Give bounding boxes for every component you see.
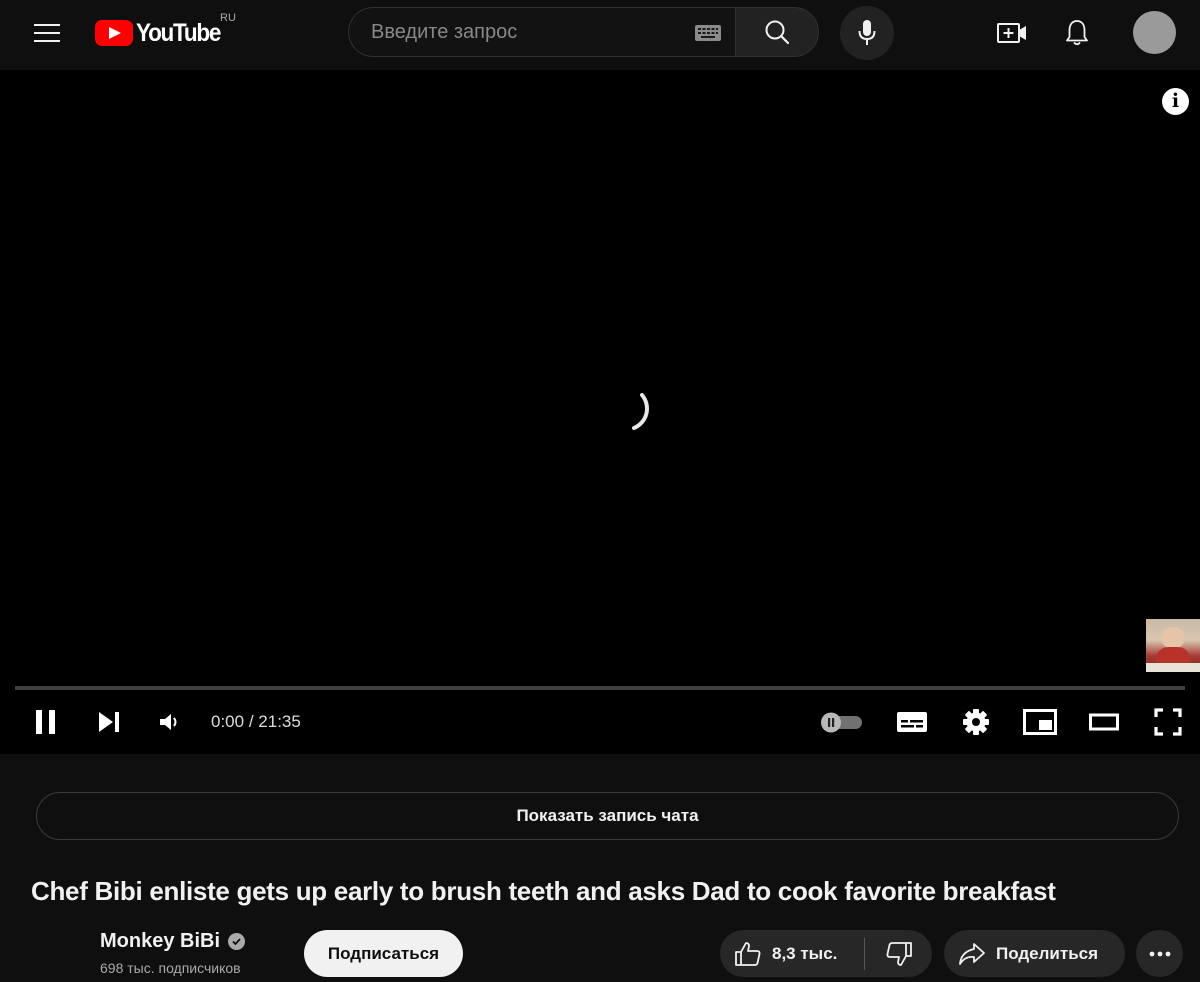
pause-icon bbox=[36, 710, 55, 734]
verified-badge-icon bbox=[228, 933, 246, 950]
subscriber-count: 698 тыс. подписчиков bbox=[100, 960, 241, 976]
top-bar: YouTube RU bbox=[0, 0, 1200, 70]
volume-icon bbox=[160, 714, 177, 730]
search-icon bbox=[765, 20, 790, 45]
autoplay-toggle-icon bbox=[821, 712, 862, 733]
create-video-icon bbox=[997, 23, 1026, 43]
keyboard-icon[interactable] bbox=[694, 23, 722, 43]
like-count: 8,3 тыс. bbox=[772, 943, 838, 963]
channel-name-link[interactable]: Monkey BiBi bbox=[100, 930, 246, 953]
miniplayer-icon bbox=[1023, 709, 1057, 735]
dislike-button[interactable] bbox=[865, 930, 932, 977]
menu-button[interactable] bbox=[26, 14, 68, 52]
info-icon: i bbox=[1171, 90, 1180, 112]
mute-button[interactable] bbox=[152, 702, 186, 742]
share-button[interactable]: Поделиться bbox=[944, 930, 1125, 977]
region-label: RU bbox=[220, 12, 236, 24]
create-button[interactable] bbox=[992, 14, 1032, 52]
next-button[interactable] bbox=[91, 702, 127, 742]
voice-search-button[interactable] bbox=[840, 6, 894, 60]
subtitles-icon bbox=[897, 712, 927, 732]
thumbs-up-icon bbox=[735, 941, 761, 966]
search-box bbox=[348, 7, 736, 57]
time-current: 0:00 bbox=[211, 712, 245, 731]
info-button[interactable]: i bbox=[1162, 88, 1189, 115]
more-actions-button[interactable] bbox=[1136, 930, 1183, 977]
subtitles-button[interactable] bbox=[892, 702, 932, 742]
more-horizontal-icon bbox=[1149, 951, 1170, 956]
subscribe-label: Подписаться bbox=[327, 943, 440, 963]
bell-icon bbox=[1066, 20, 1088, 46]
theater-mode-button[interactable] bbox=[1084, 702, 1124, 742]
share-label: Поделиться bbox=[996, 943, 1099, 963]
channel-name: Monkey BiBi bbox=[100, 930, 221, 952]
like-dislike-group: 8,3 тыс. bbox=[720, 930, 932, 977]
fullscreen-button[interactable] bbox=[1148, 702, 1188, 742]
video-title: Chef Bibi enliste gets up early to brush… bbox=[31, 876, 1056, 906]
theater-mode-icon bbox=[1089, 713, 1119, 731]
pause-button[interactable] bbox=[28, 702, 64, 742]
mic-icon bbox=[858, 20, 876, 45]
youtube-play-icon bbox=[95, 20, 133, 46]
time-display: 0:00 / 21:35 bbox=[211, 712, 301, 732]
thumbs-down-icon bbox=[886, 941, 912, 966]
menu-icon bbox=[34, 24, 60, 42]
share-icon bbox=[959, 942, 985, 965]
video-player[interactable]: i 0:00 / 21:35 bbox=[0, 70, 1200, 754]
search-input[interactable] bbox=[371, 20, 691, 44]
notifications-button[interactable] bbox=[1057, 13, 1097, 53]
time-total: 21:35 bbox=[258, 712, 301, 731]
youtube-logo[interactable]: YouTube bbox=[95, 14, 229, 52]
settings-button[interactable] bbox=[956, 702, 996, 742]
search-button[interactable] bbox=[735, 7, 819, 57]
chat-replay-label: Показать запись чата bbox=[516, 806, 699, 825]
loading-spinner-icon bbox=[632, 393, 649, 430]
autoplay-toggle[interactable] bbox=[816, 702, 866, 742]
skip-next-icon bbox=[99, 712, 119, 732]
time-separator: / bbox=[248, 712, 254, 731]
logo-text: YouTube bbox=[136, 18, 221, 47]
like-button[interactable]: 8,3 тыс. bbox=[720, 930, 864, 977]
show-chat-replay-button[interactable]: Показать запись чата bbox=[36, 792, 1179, 840]
gear-icon bbox=[963, 709, 989, 735]
preview-thumbnail[interactable] bbox=[1146, 619, 1200, 672]
fullscreen-icon bbox=[1154, 708, 1182, 736]
subscribe-button[interactable]: Подписаться bbox=[304, 930, 463, 977]
progress-bar[interactable] bbox=[15, 686, 1185, 690]
avatar[interactable] bbox=[1133, 11, 1176, 54]
miniplayer-button[interactable] bbox=[1019, 702, 1061, 742]
